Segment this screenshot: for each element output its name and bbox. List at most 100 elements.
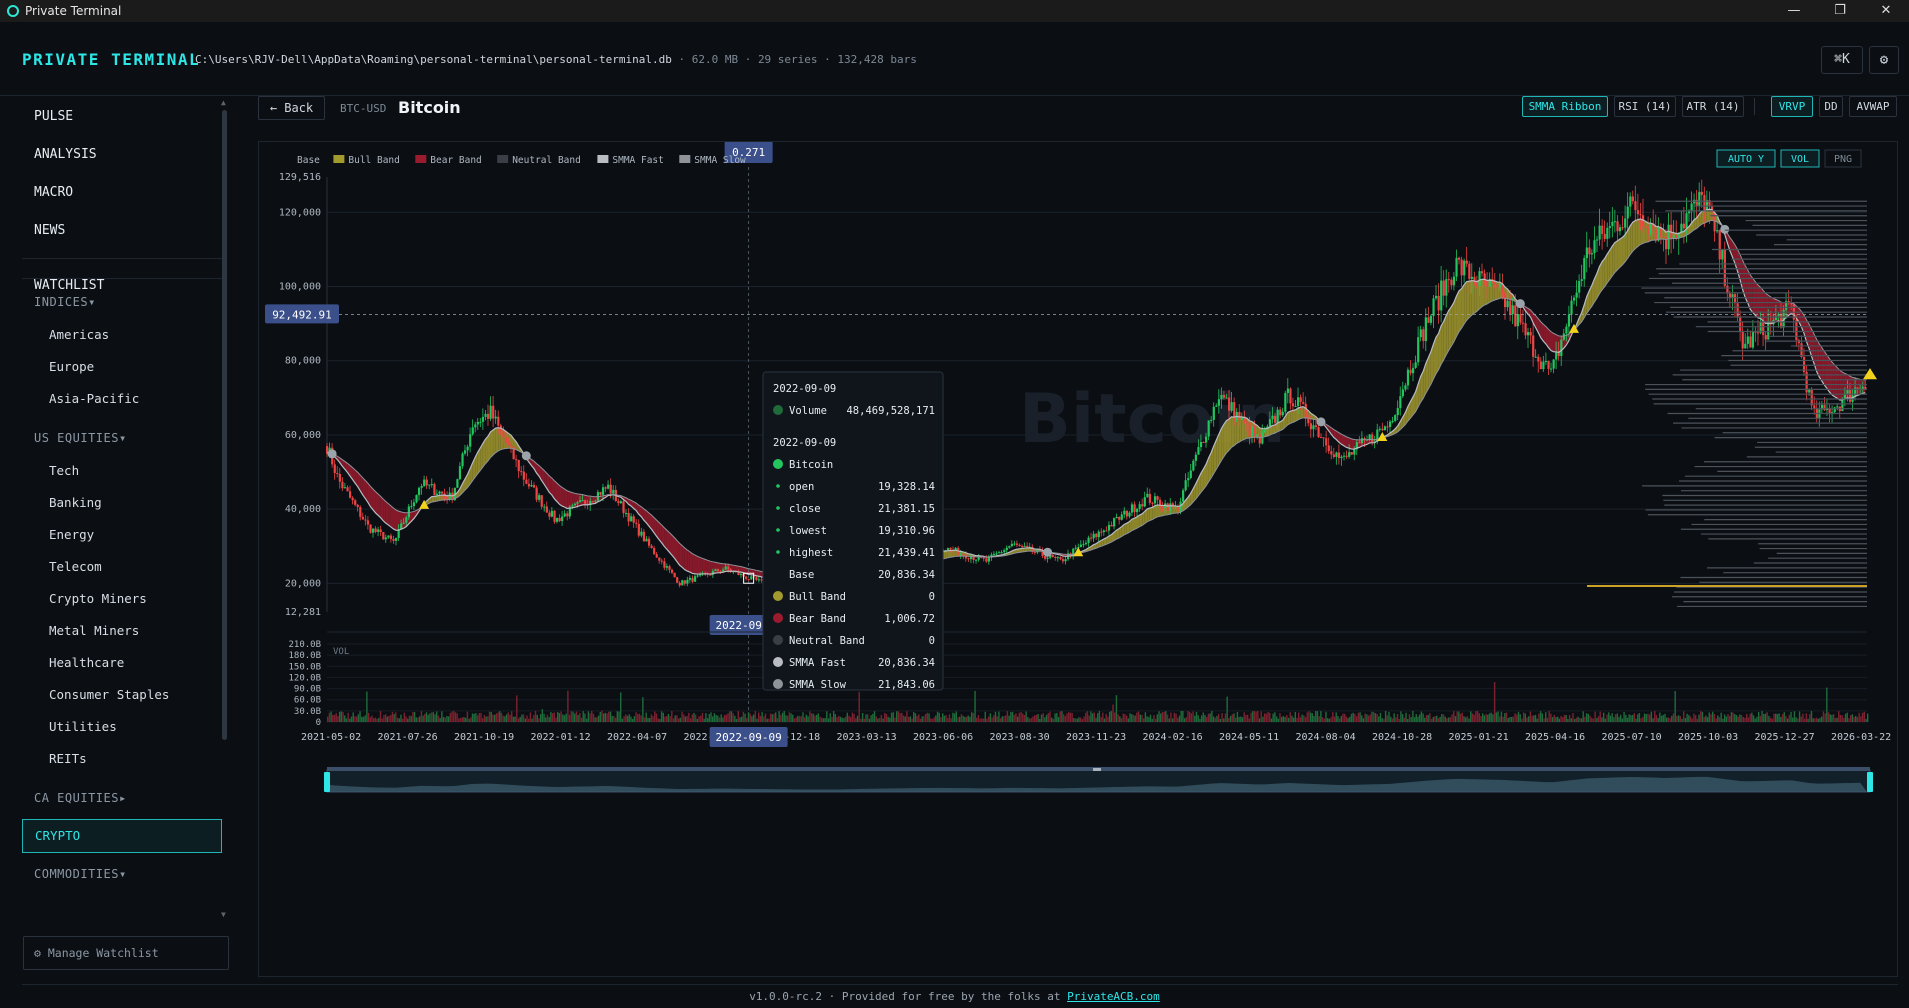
candle-body: [474, 424, 477, 428]
group-indices[interactable]: INDICES▾: [22, 285, 222, 319]
candle-body: [1836, 406, 1839, 408]
candle-body: [348, 491, 352, 498]
candle-body: [1544, 361, 1548, 363]
volume-bar: [1674, 691, 1676, 722]
nav-news[interactable]: NEWS: [22, 212, 222, 250]
nav-pulse[interactable]: PULSE: [22, 98, 222, 136]
candle-body: [1567, 314, 1571, 327]
candle-body: [1654, 229, 1657, 241]
candle-body: [1593, 240, 1596, 254]
volume-bar: [1124, 714, 1126, 722]
volume-bar: [1563, 714, 1566, 722]
volume-bar: [1696, 718, 1699, 722]
watchlist-item-energy[interactable]: Energy: [22, 519, 222, 551]
command-palette-button[interactable]: ⌘K: [1821, 46, 1863, 74]
volume-bar: [446, 715, 448, 722]
candle-body: [632, 516, 635, 523]
volume-bar: [1068, 712, 1070, 722]
price-chart[interactable]: 20,00040,00060,00080,000100,000120,00012…: [259, 142, 1897, 976]
volume-bar: [1246, 714, 1249, 722]
volume-bar: [432, 712, 435, 722]
volume-bar: [906, 711, 908, 722]
volume-bar: [878, 717, 881, 722]
x-tick-label: 2026-03-22: [1831, 732, 1891, 743]
volume-bar: [1056, 712, 1058, 722]
volume-bar: [1040, 714, 1043, 722]
candle-body: [341, 481, 344, 489]
watchlist-item-americas[interactable]: Americas: [22, 319, 222, 351]
group-ca-equities[interactable]: CA EQUITIES▸: [22, 781, 222, 815]
vrvp-toggle[interactable]: VRVP: [1771, 96, 1813, 117]
volume-bar: [1183, 718, 1186, 722]
minimize-button[interactable]: —: [1771, 0, 1817, 22]
navigator-right-handle[interactable]: [1867, 772, 1873, 792]
volume-bar: [1291, 715, 1293, 722]
smma-ribbon-segment: [1461, 284, 1465, 329]
candle-body: [969, 556, 973, 560]
candle-body: [1391, 420, 1394, 422]
volume-bar: [1120, 718, 1123, 722]
nav-analysis[interactable]: ANALYSIS: [22, 136, 222, 174]
candle-body: [1153, 496, 1157, 504]
volume-bar: [776, 718, 779, 722]
scrollbar-thumb[interactable]: [222, 110, 227, 740]
volume-bar: [1512, 716, 1515, 722]
watchlist-item-utilities[interactable]: Utilities: [22, 711, 222, 743]
smma-ribbon-segment: [490, 430, 494, 458]
candle-body: [1470, 276, 1473, 279]
volume-bar: [1769, 717, 1772, 722]
close-button[interactable]: ✕: [1863, 0, 1909, 22]
volume-bar: [499, 711, 501, 722]
candle-body: [1268, 419, 1272, 427]
volume-bar: [807, 716, 809, 722]
scroll-up-icon[interactable]: ▲: [221, 98, 226, 107]
watchlist-item-healthcare[interactable]: Healthcare: [22, 647, 222, 679]
candle-body: [1463, 260, 1466, 276]
back-button[interactable]: ← Back: [258, 96, 325, 120]
scroll-down-icon[interactable]: ▼: [221, 910, 226, 919]
volume-bar: [647, 717, 649, 722]
volume-bar: [802, 712, 804, 722]
footer-link[interactable]: PrivateACB.com: [1067, 990, 1160, 1003]
volume-bar: [502, 715, 504, 722]
volume-bar: [488, 711, 491, 722]
group-commodities[interactable]: COMMODITIES▾: [22, 857, 222, 891]
settings-gear-icon[interactable]: ⚙: [1869, 46, 1899, 74]
watchlist-item-consumer-staples[interactable]: Consumer Staples: [22, 679, 222, 711]
volume-bar: [587, 711, 590, 722]
watchlist-item-asia-pacific[interactable]: Asia-Pacific: [22, 383, 222, 415]
drawdown-toggle[interactable]: DD: [1819, 96, 1843, 117]
manage-watchlist-button[interactable]: ⚙ Manage Watchlist: [23, 936, 229, 970]
group-crypto-active[interactable]: CRYPTO: [22, 819, 222, 853]
candle-body: [1519, 314, 1522, 323]
watchlist-item-reits[interactable]: REITs: [22, 743, 222, 775]
navigator-left-handle[interactable]: [324, 772, 330, 792]
volume-bar: [1715, 718, 1717, 722]
chart-panel[interactable]: 20,000 40,000 60,000 80,000 100,000 120,000 12…: [258, 141, 1898, 977]
watchlist-item-banking[interactable]: Banking: [22, 487, 222, 519]
atr-toggle[interactable]: ATR (14): [1682, 96, 1744, 117]
watchlist-item-crypto-miners[interactable]: Crypto Miners: [22, 583, 222, 615]
watchlist-item-tech[interactable]: Tech: [22, 455, 222, 487]
candle-body: [509, 444, 513, 447]
nav-macro[interactable]: MACRO: [22, 174, 222, 212]
navigator-grip-icon[interactable]: [1093, 768, 1101, 771]
maximize-button[interactable]: ❐: [1817, 0, 1863, 22]
volume-bar: [679, 717, 682, 722]
rsi-toggle[interactable]: RSI (14): [1614, 96, 1676, 117]
watchlist-item-metal-miners[interactable]: Metal Miners: [22, 615, 222, 647]
sidebar-scrollbar[interactable]: ▲ ▼: [221, 96, 228, 919]
volume-bar: [1374, 713, 1377, 722]
avwap-toggle[interactable]: AVWAP: [1849, 96, 1897, 117]
volume-bar: [1119, 716, 1121, 722]
candle-body: [1401, 389, 1404, 397]
volume-bar: [1236, 711, 1239, 722]
watchlist-item-europe[interactable]: Europe: [22, 351, 222, 383]
watchlist-item-telecom[interactable]: Telecom: [22, 551, 222, 583]
x-tick-label: 2024-08-04: [1296, 732, 1356, 743]
group-us-equities[interactable]: US EQUITIES▾: [22, 421, 222, 455]
volume-bar: [1729, 716, 1731, 722]
smma-ribbon-toggle[interactable]: SMMA Ribbon: [1522, 96, 1608, 117]
volume-bar: [1747, 717, 1750, 722]
volume-bar: [1398, 718, 1400, 722]
